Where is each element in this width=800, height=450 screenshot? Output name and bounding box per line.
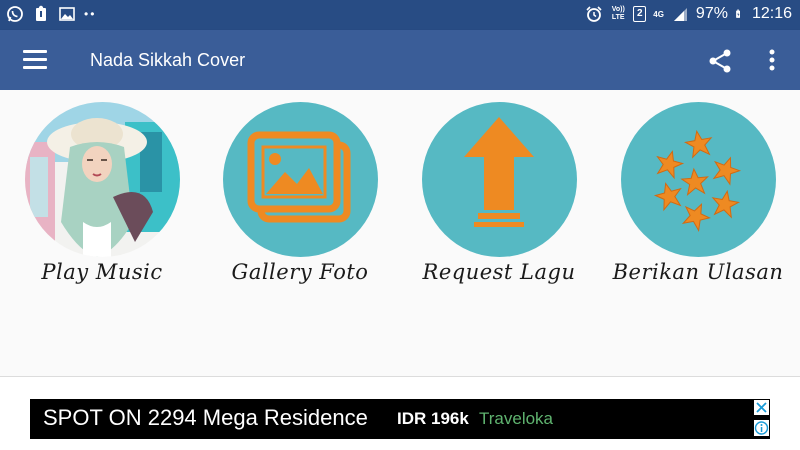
network-type: 4G <box>653 9 664 19</box>
sim-badge: 2 <box>633 6 647 22</box>
battery-percent: 97% <box>695 5 728 22</box>
upload-arrow-icon <box>464 117 534 227</box>
request-circle <box>422 102 577 257</box>
ad-brand: Traveloka <box>479 409 554 428</box>
gallery-circle <box>223 102 378 257</box>
request-lagu-label: Request Lagu <box>422 260 576 284</box>
main-menu: Play Music Gallery Foto Request Lagu Ber… <box>0 90 800 377</box>
ad-title: SPOT ON 2294 Mega Residence <box>43 405 368 430</box>
alarm-icon <box>586 6 602 22</box>
gallery-foto-label: Gallery Foto <box>231 260 369 284</box>
play-music-label: Play Music <box>41 260 163 284</box>
app-bar: Nada Sikkah Cover <box>0 30 800 90</box>
menu-icon-line <box>23 58 47 61</box>
close-icon[interactable] <box>754 400 769 415</box>
request-lagu-tile[interactable]: Request Lagu <box>414 102 584 302</box>
menu-icon-line <box>23 50 47 53</box>
ad-area: SPOT ON 2294 Mega Residence IDR 196k Tra… <box>0 377 800 450</box>
share-icon[interactable] <box>707 48 733 74</box>
berikan-ulasan-label: Berikan Ulasan <box>612 260 784 284</box>
ulasan-circle <box>621 102 776 257</box>
volte-indicator: Vo)) LTE <box>611 6 625 21</box>
more-notifications-dots: •• <box>84 7 97 21</box>
app-title: Nada Sikkah Cover <box>90 50 246 70</box>
stars-icon <box>652 128 744 233</box>
battery-icon <box>736 9 740 18</box>
menu-icon-line <box>23 66 47 69</box>
menu-button[interactable] <box>23 50 47 70</box>
status-system: Vo)) LTE 2 4G 97% 12:16 <box>585 4 792 24</box>
photo-avatar <box>25 102 180 257</box>
status-bar: •• Vo)) LTE 2 4G 97% 12:16 <box>0 0 800 30</box>
berikan-ulasan-tile[interactable]: Berikan Ulasan <box>613 102 783 302</box>
status-notifications: •• <box>6 5 96 23</box>
more-vert-icon[interactable] <box>762 46 782 74</box>
ad-info-icon[interactable] <box>754 420 769 436</box>
image-icon <box>59 7 75 21</box>
gallery-foto-tile[interactable]: Gallery Foto <box>215 102 385 302</box>
whatsapp-icon <box>7 6 23 22</box>
ad-price: IDR 196k <box>397 409 469 428</box>
gallery-icon <box>247 131 351 223</box>
clock: 12:16 <box>751 5 792 22</box>
notification-icon <box>36 5 46 21</box>
ad-banner[interactable]: SPOT ON 2294 Mega Residence IDR 196k Tra… <box>30 399 770 439</box>
play-music-tile[interactable]: Play Music <box>17 102 187 302</box>
signal-icon <box>673 8 687 21</box>
